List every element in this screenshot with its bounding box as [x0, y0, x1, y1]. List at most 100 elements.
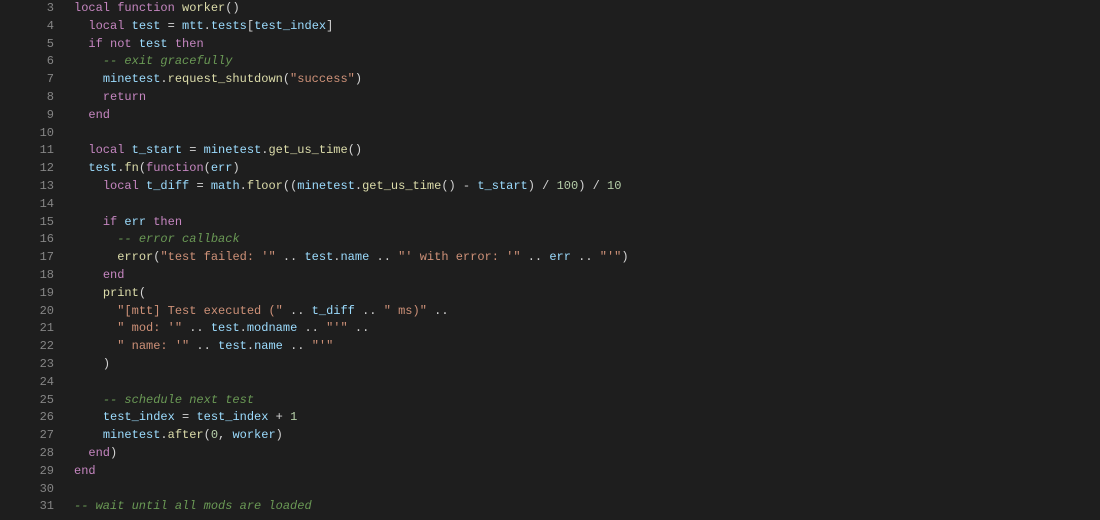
- line-number: 30: [0, 481, 54, 499]
- code-line[interactable]: [74, 481, 1100, 499]
- code-line[interactable]: local t_start = minetest.get_us_time(): [74, 142, 1100, 160]
- token-kw: local: [103, 179, 139, 193]
- code-line[interactable]: "[mtt] Test executed (" .. t_diff .. " m…: [74, 303, 1100, 321]
- code-line[interactable]: -- error callback: [74, 231, 1100, 249]
- token-pn: .: [247, 339, 254, 353]
- code-line[interactable]: test_index = test_index + 1: [74, 409, 1100, 427]
- token-op: ..: [571, 250, 600, 264]
- code-line[interactable]: minetest.request_shutdown("success"): [74, 71, 1100, 89]
- token-pn: (: [204, 428, 211, 442]
- token-pn: .: [160, 428, 167, 442]
- token-id: test: [132, 19, 161, 33]
- token-id: test: [88, 161, 117, 175]
- code-line[interactable]: -- schedule next test: [74, 392, 1100, 410]
- token-op: [132, 37, 139, 51]
- token-id: tests: [211, 19, 247, 33]
- code-line[interactable]: return: [74, 89, 1100, 107]
- code-line[interactable]: local test = mtt.tests[test_index]: [74, 18, 1100, 36]
- token-kw: end: [103, 268, 125, 282]
- token-op: ..: [189, 339, 218, 353]
- code-line[interactable]: [74, 125, 1100, 143]
- code-line[interactable]: local function worker(): [74, 0, 1100, 18]
- token-id: mtt: [182, 19, 204, 33]
- token-pn: ): [110, 446, 117, 460]
- token-str: "' with error: '": [398, 250, 520, 264]
- token-kw: end: [88, 108, 110, 122]
- code-line[interactable]: if not test then: [74, 36, 1100, 54]
- token-kw: end: [74, 464, 96, 478]
- token-fn: after: [168, 428, 204, 442]
- line-number: 17: [0, 249, 54, 267]
- code-line[interactable]: print(: [74, 285, 1100, 303]
- token-op: ..: [283, 304, 312, 318]
- code-line[interactable]: [74, 196, 1100, 214]
- token-id: test: [211, 321, 240, 335]
- code-line[interactable]: " mod: '" .. test.modname .. "'" ..: [74, 320, 1100, 338]
- code-line[interactable]: -- wait until all mods are loaded: [74, 498, 1100, 516]
- token-id: err: [549, 250, 571, 264]
- token-pn: ): [355, 72, 362, 86]
- code-line[interactable]: end: [74, 107, 1100, 125]
- line-number: 13: [0, 178, 54, 196]
- line-number: 8: [0, 89, 54, 107]
- code-line[interactable]: end: [74, 463, 1100, 481]
- code-line[interactable]: minetest.after(0, worker): [74, 427, 1100, 445]
- token-op: /: [535, 179, 557, 193]
- code-line[interactable]: " name: '" .. test.name .. "'": [74, 338, 1100, 356]
- code-line[interactable]: local t_diff = math.floor((minetest.get_…: [74, 178, 1100, 196]
- code-line[interactable]: -- exit gracefully: [74, 53, 1100, 71]
- token-cmt: -- wait until all mods are loaded: [74, 499, 312, 513]
- code-line[interactable]: end: [74, 267, 1100, 285]
- token-kw: return: [103, 90, 146, 104]
- token-pn: ]: [326, 19, 333, 33]
- code-line[interactable]: [74, 374, 1100, 392]
- token-pn: ): [232, 161, 239, 175]
- token-pn: .: [240, 179, 247, 193]
- code-line[interactable]: ): [74, 356, 1100, 374]
- line-number: 20: [0, 303, 54, 321]
- token-pn: (): [348, 143, 362, 157]
- code-area[interactable]: local function worker() local test = mtt…: [68, 0, 1100, 520]
- token-num: 100: [557, 179, 579, 193]
- token-pn: (: [283, 72, 290, 86]
- line-number: 5: [0, 36, 54, 54]
- code-line[interactable]: error("test failed: '" .. test.name .. "…: [74, 249, 1100, 267]
- code-editor[interactable]: 3456789101112131415161718192021222324252…: [0, 0, 1100, 520]
- token-op: =: [189, 179, 211, 193]
- token-str: "test failed: '": [160, 250, 275, 264]
- token-kw: local: [88, 19, 124, 33]
- token-pn: ,: [218, 428, 232, 442]
- token-num: 1: [290, 410, 297, 424]
- token-id: t_start: [132, 143, 182, 157]
- token-kw: then: [175, 37, 204, 51]
- token-op: +: [268, 410, 290, 424]
- token-pn: (): [441, 179, 455, 193]
- token-id: name: [340, 250, 369, 264]
- token-pn: (: [139, 161, 146, 175]
- token-pn: .: [204, 19, 211, 33]
- token-id: test_index: [254, 19, 326, 33]
- code-line[interactable]: test.fn(function(err): [74, 160, 1100, 178]
- token-fn: fn: [124, 161, 138, 175]
- token-op: ..: [427, 304, 449, 318]
- token-op: ..: [283, 339, 312, 353]
- line-number: 3: [0, 0, 54, 18]
- token-cmt: -- exit gracefully: [103, 54, 233, 68]
- code-line[interactable]: end): [74, 445, 1100, 463]
- code-line[interactable]: if err then: [74, 214, 1100, 232]
- line-number: 12: [0, 160, 54, 178]
- line-number: 18: [0, 267, 54, 285]
- token-id: test_index: [103, 410, 175, 424]
- token-kw: if: [88, 37, 102, 51]
- token-cmt: -- schedule next test: [103, 393, 254, 407]
- token-op: ..: [182, 321, 211, 335]
- token-id: test: [218, 339, 247, 353]
- line-number: 14: [0, 196, 54, 214]
- token-op: =: [160, 19, 182, 33]
- line-number: 16: [0, 231, 54, 249]
- token-fn: print: [103, 286, 139, 300]
- token-id: t_diff: [146, 179, 189, 193]
- token-kw: if: [103, 215, 117, 229]
- token-op: [124, 143, 131, 157]
- token-pn: (: [139, 286, 146, 300]
